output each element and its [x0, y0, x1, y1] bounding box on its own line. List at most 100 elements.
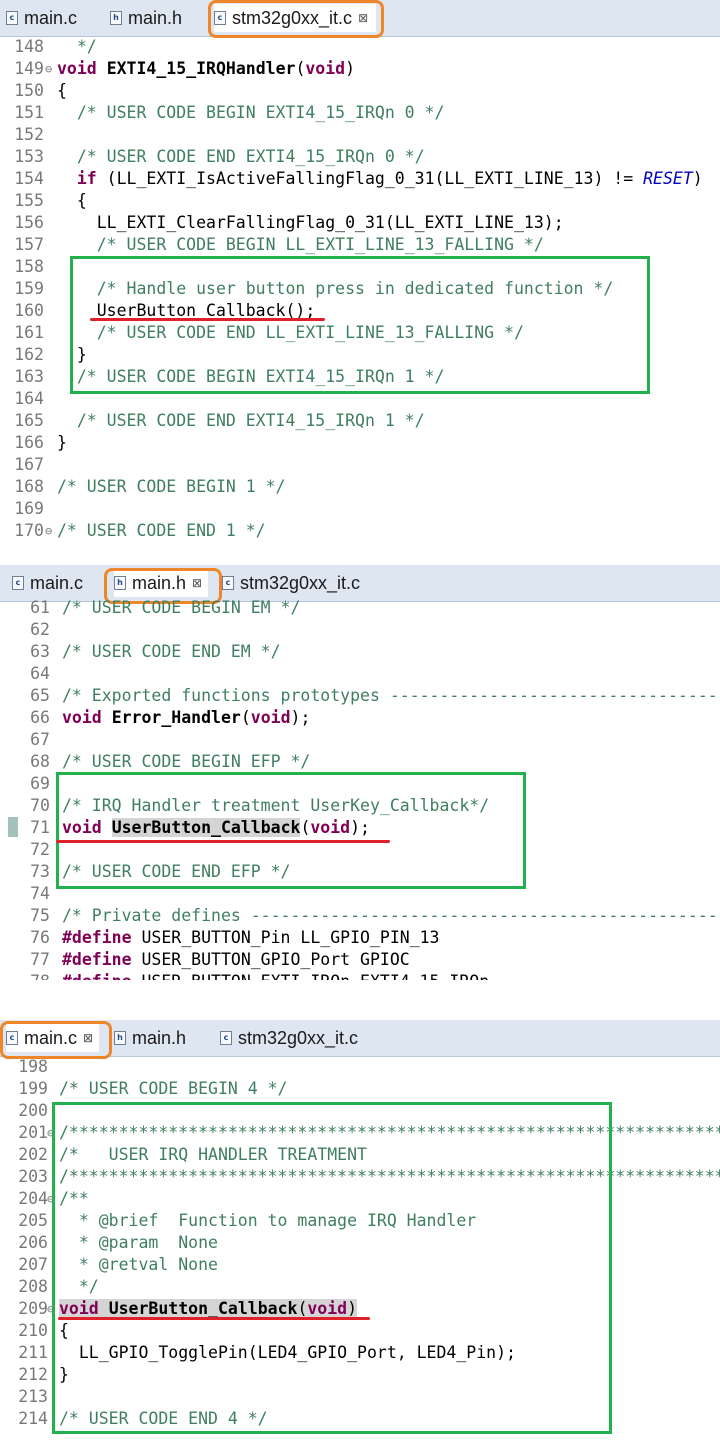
code-text: /* USER CODE END EM */: [62, 642, 281, 661]
line-number: 162: [14, 345, 44, 364]
code-text: #define USER_BUTTON_GPIO_Port GPIOC: [62, 950, 410, 969]
code-line: 198: [0, 1056, 720, 1078]
code-text: void Error_Handler(void);: [62, 708, 311, 727]
line-number: 68: [30, 752, 50, 771]
h-file-icon: h: [110, 11, 122, 25]
line-number: 63: [30, 642, 50, 661]
line-number: 153: [14, 147, 44, 166]
tab-label: stm32g0xx_it.c: [238, 1027, 359, 1048]
code-text: */: [57, 37, 97, 56]
prototype-underline: [56, 840, 390, 843]
line-number: 78: [0, 971, 50, 980]
code-line: 148 */: [0, 36, 720, 58]
fold-icon[interactable]: ⊖: [45, 58, 55, 80]
code-text: /* USER CODE BEGIN EM */: [62, 598, 301, 617]
line-number: 148: [14, 37, 44, 56]
callback-highlight-box: [70, 256, 650, 394]
code-line: 152: [0, 124, 720, 146]
line-number: 208: [18, 1277, 48, 1296]
line-number: 155: [14, 191, 44, 210]
callback-underline: [90, 318, 325, 321]
tab-main-h[interactable]: h main.h: [110, 4, 182, 32]
code-text: LL_EXTI_ClearFallingFlag_0_31(LL_EXTI_LI…: [57, 213, 564, 232]
line-number: 69: [30, 774, 50, 793]
line-number: 212: [18, 1365, 48, 1384]
line-number: 204: [18, 1189, 48, 1208]
code-line: 166}: [0, 432, 720, 454]
line-number: 210: [18, 1321, 48, 1340]
line-number: 150: [14, 81, 44, 100]
code-line: 157 /* USER CODE BEGIN LL_EXTI_LINE_13_F…: [0, 234, 720, 256]
tab-main-c[interactable]: c main.c: [6, 4, 77, 32]
line-number: 158: [14, 257, 44, 276]
line-number: 205: [18, 1211, 48, 1230]
line-number: 73: [30, 862, 50, 881]
code-text: /* USER CODE BEGIN 4 */: [59, 1079, 288, 1098]
code-line: 156 LL_EXTI_ClearFallingFlag_0_31(LL_EXT…: [0, 212, 720, 234]
editor-tab-bar: c main.c h main.h c stm32g0xx_it.c ⊠: [0, 0, 720, 38]
code-line: 68 /* USER CODE BEGIN EFP */: [0, 751, 720, 773]
code-line: 63 /* USER CODE END EM */: [0, 641, 720, 663]
code-line: 76 #define USER_BUTTON_Pin LL_GPIO_PIN_13: [0, 927, 720, 949]
line-number: 66: [30, 708, 50, 727]
fold-icon[interactable]: ⊖: [45, 520, 55, 542]
tab-label: main.c: [24, 7, 78, 28]
c-file-icon: c: [12, 576, 24, 590]
line-number: 165: [14, 411, 44, 430]
c-file-icon: c: [222, 576, 234, 590]
code-text: /* USER CODE BEGIN EFP */: [62, 752, 311, 771]
line-number: 168: [14, 477, 44, 496]
code-text: }: [57, 433, 67, 452]
implementation-underline: [58, 1317, 370, 1320]
line-number: 203: [18, 1167, 48, 1186]
code-line: 64: [0, 663, 720, 685]
line-number: 149: [14, 59, 44, 78]
line-number: 64: [30, 664, 50, 683]
code-text: /* USER CODE BEGIN EXTI4_15_IRQn 0 */: [57, 103, 445, 122]
line-number: 202: [18, 1145, 48, 1164]
tab-label: main.h: [128, 7, 183, 28]
line-number: 198: [18, 1057, 48, 1076]
tab-label: stm32g0xx_it.c: [240, 572, 361, 593]
code-line: 153 /* USER CODE END EXTI4_15_IRQn 0 */: [0, 146, 720, 168]
code-line: 170 ⊖/* USER CODE END 1 */: [0, 520, 720, 542]
code-text: if (LL_EXTI_IsActiveFallingFlag_0_31(LL_…: [76, 169, 703, 188]
active-tab-highlight: [0, 1021, 112, 1059]
line-number: 71: [30, 818, 50, 837]
prototype-highlight-box: [56, 772, 526, 889]
tab-main-h[interactable]: h main.h: [114, 1024, 186, 1052]
line-number: 214: [18, 1409, 48, 1428]
line-number: 154: [14, 169, 44, 188]
code-text: /* USER CODE END 1 */: [57, 521, 266, 540]
line-number: 164: [14, 389, 44, 408]
line-number: 213: [18, 1387, 48, 1406]
code-text: #define USER_BUTTON_Pin LL_GPIO_PIN_13: [62, 928, 440, 947]
code-line: 65 /* Exported functions prototypes -----…: [0, 685, 720, 707]
tab-stm32g0xx-it-c[interactable]: c stm32g0xx_it.c: [220, 1024, 358, 1052]
code-line: 62: [0, 619, 720, 641]
code-line: 75 /* Private defines -------------------…: [0, 905, 720, 927]
line-number: 206: [18, 1233, 48, 1252]
line-number: 167: [14, 455, 44, 474]
line-number: 209: [18, 1299, 48, 1318]
code-line: 165 /* USER CODE END EXTI4_15_IRQn 1 */: [0, 410, 720, 432]
line-number: 156: [14, 213, 44, 232]
line-number: 201: [18, 1123, 48, 1142]
code-line: 199 /* USER CODE BEGIN 4 */: [0, 1078, 720, 1100]
line-number: 65: [30, 686, 50, 705]
code-line: 167: [0, 454, 720, 476]
tab-stm32g0xx-it-c[interactable]: c stm32g0xx_it.c: [222, 569, 360, 597]
code-text: #define USER_BUTTON_EXTI_IRQn EXTI4_15_I…: [62, 971, 489, 980]
code-text: /* Exported functions prototypes -------…: [62, 686, 720, 705]
line-number: 77: [30, 950, 50, 969]
code-line: 169: [0, 498, 720, 520]
line-number: 76: [30, 928, 50, 947]
tab-label: main.c: [30, 572, 84, 593]
line-number: 169: [14, 499, 44, 518]
line-number: 211: [18, 1343, 48, 1362]
implementation-highlight-box: [52, 1102, 612, 1434]
tab-main-c[interactable]: c main.c: [12, 569, 83, 597]
editor-tab-bar: c main.c ⊠ h main.h c stm32g0xx_it.c: [0, 1020, 720, 1059]
code-text: /* Private defines ---------------------…: [62, 906, 720, 925]
code-text: /* USER CODE END EXTI4_15_IRQn 1 */: [57, 411, 425, 430]
